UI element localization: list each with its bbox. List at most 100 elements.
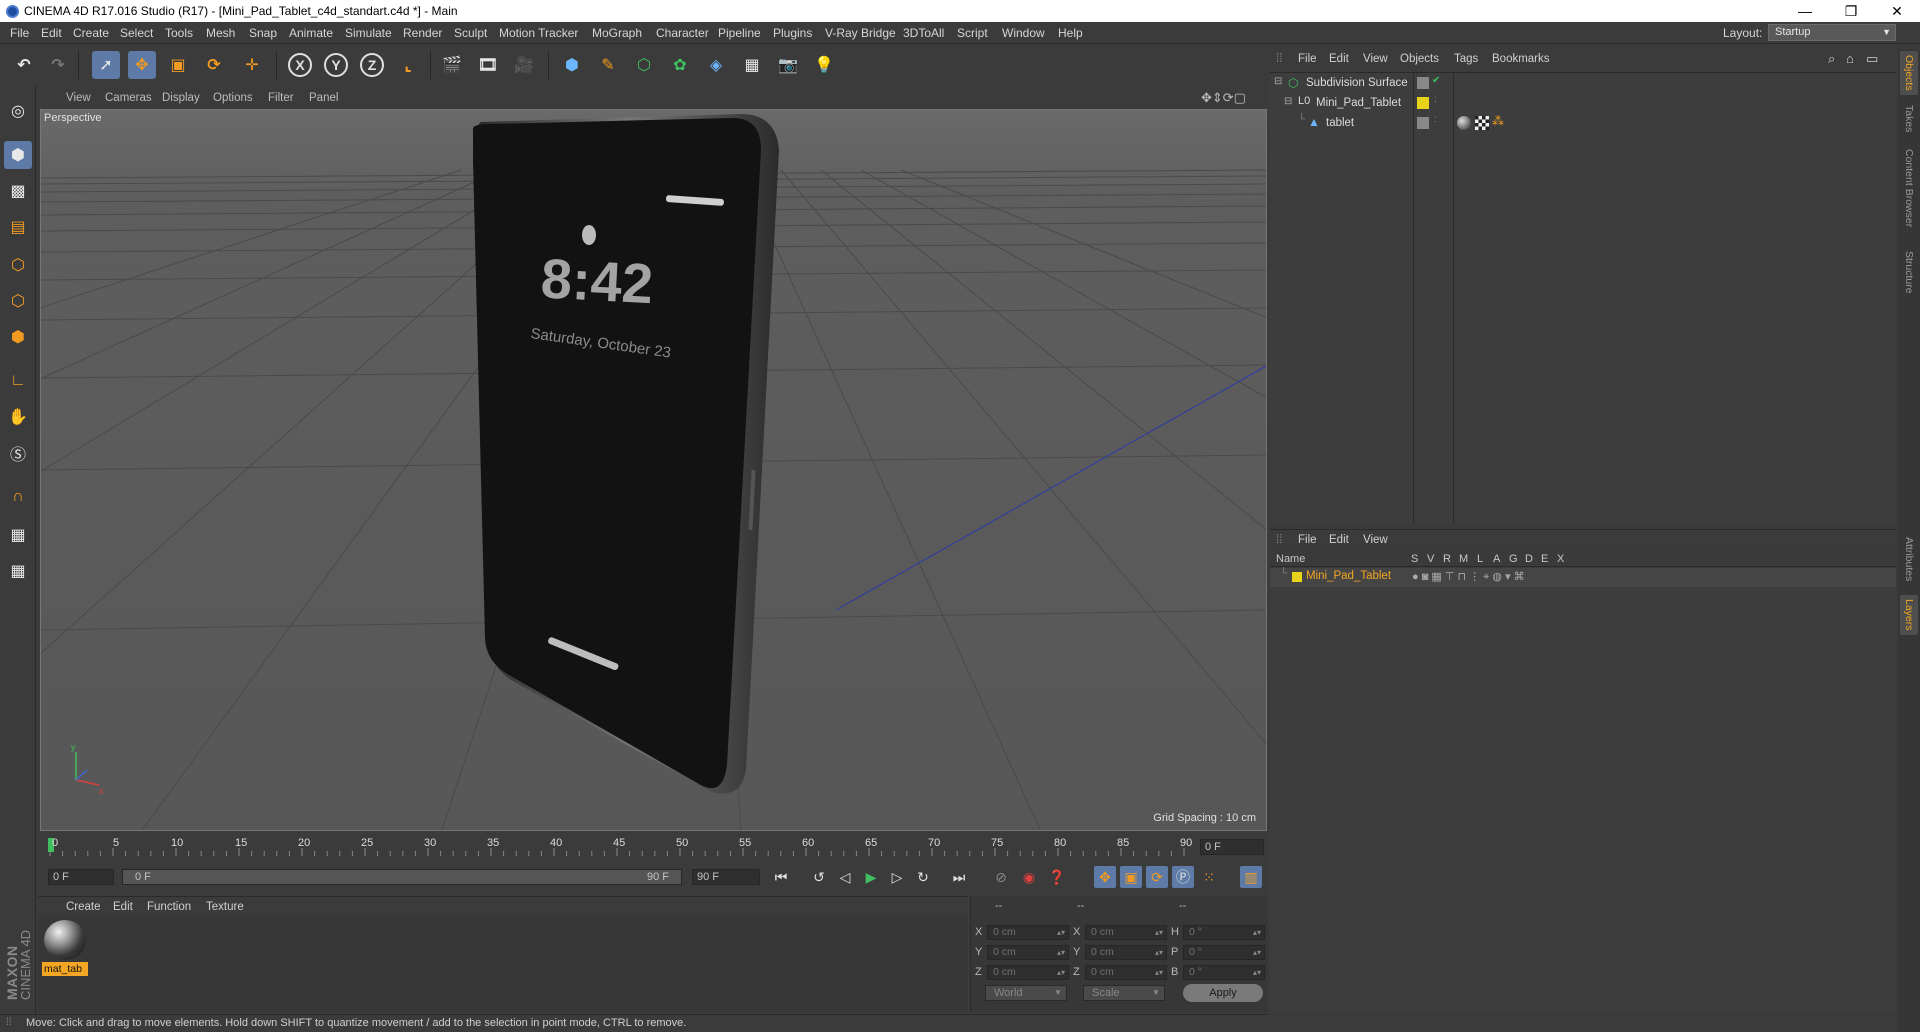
new-view-icon[interactable]: ▭ [1866,51,1878,67]
material-menu-function[interactable]: Function [147,901,191,913]
menu-vray-bridge[interactable]: V-Ray Bridge [825,26,896,40]
solo-mode-icon[interactable]: Ⓢ [4,439,32,467]
objects-menu-objects[interactable]: Objects [1400,53,1439,65]
next-frame-icon[interactable]: ▷ [886,866,908,888]
render-picture-viewer-icon[interactable]: 🎞 [474,51,502,79]
size-z-field[interactable]: 0 cm ▴▾ [1085,965,1167,980]
material-menu-texture[interactable]: Texture [206,901,244,913]
key-position-icon[interactable]: ✥ [1094,866,1116,888]
undo-icon[interactable]: ↶ [10,51,38,79]
mograph-cloner-icon[interactable]: ✿ [666,51,694,79]
rotate-tool-icon[interactable]: ⟳ [200,51,228,79]
material-name-label[interactable]: mat_tab [42,962,88,976]
record-keys-icon[interactable]: ⊘ [990,866,1012,888]
layout-dropdown[interactable]: Startup ▼ [1768,24,1896,41]
viewport-menu-filter[interactable]: Filter [268,92,294,104]
go-to-end-icon[interactable]: ⏭ [948,866,970,888]
layer-toggle-icon[interactable] [1417,77,1429,89]
layer-color-swatch[interactable] [1292,572,1302,582]
next-key-icon[interactable]: ↻ [912,866,934,888]
column-deformers[interactable]: D [1525,553,1533,565]
tab-layers[interactable]: Layers [1900,595,1918,635]
menu-mesh[interactable]: Mesh [206,26,235,40]
preview-range-slider[interactable]: 0 F 90 F [122,869,682,885]
viewport-menu-cameras[interactable]: Cameras [105,92,152,104]
material-tag-icon[interactable] [1457,116,1471,130]
tab-attributes[interactable]: Attributes [1900,533,1918,589]
size-x-field[interactable]: 0 cm ▴▾ [1085,925,1167,940]
make-editable-icon[interactable]: ◎ [4,97,32,125]
layer-flags-icon[interactable]: ● ◙ ▦ ⊤ ⊓ ⋮ ⌖ ◍ ▾ ⌘ [1412,570,1525,584]
material-menu-create[interactable]: Create [66,901,101,913]
menu-select[interactable]: Select [120,26,153,40]
key-rotation-icon[interactable]: ⟳ [1146,866,1168,888]
objects-menu-edit[interactable]: Edit [1329,53,1349,65]
coordinate-system-icon[interactable]: ⌞ [394,51,422,79]
menu-create[interactable]: Create [73,26,109,40]
preview-start-field[interactable]: 0 F [48,869,114,885]
visibility-dots-icon[interactable]: : [1434,94,1437,105]
autokeying-icon[interactable]: ❓ [1046,866,1068,888]
lock-workplane-icon[interactable]: ▦ [4,521,32,549]
points-mode-icon[interactable]: ⬡ [4,251,32,279]
close-button[interactable]: ✕ [1874,0,1920,22]
position-y-field[interactable]: 0 cm ▴▾ [987,945,1069,960]
object-row-tablet[interactable]: └ ▲ tablet : ⁂ [1270,114,1896,133]
deformer-bend-icon[interactable]: ◈ [702,51,730,79]
x-axis-lock-icon[interactable]: X [286,51,314,79]
snap-magnet-icon[interactable]: ∩ [4,483,32,511]
home-icon[interactable]: ⌂ [1846,51,1854,66]
recent-tools-icon[interactable]: ✛ [238,51,266,79]
menu-3dtoall[interactable]: 3DToAll [903,26,944,40]
menu-script[interactable]: Script [957,26,988,40]
layer-name[interactable]: Mini_Pad_Tablet [1306,570,1391,582]
menu-sculpt[interactable]: Sculpt [454,26,487,40]
objects-menu-view[interactable]: View [1363,53,1388,65]
tab-takes[interactable]: Takes [1900,101,1918,139]
position-z-field[interactable]: 0 cm ▴▾ [987,965,1069,980]
camera-icon[interactable]: 📷 [774,51,802,79]
tweak-mode-icon[interactable]: ✋ [4,403,32,431]
menu-tools[interactable]: Tools [165,26,193,40]
tab-content-browser[interactable]: Content Browser [1900,145,1918,241]
menu-animate[interactable]: Animate [289,26,333,40]
play-icon[interactable]: ▶ [860,866,882,888]
live-selection-icon[interactable]: ➚ [92,51,120,79]
column-view[interactable]: V [1427,553,1434,565]
column-render[interactable]: R [1443,553,1451,565]
column-manager[interactable]: M [1459,553,1468,565]
floor-scene-icon[interactable]: ▦ [738,51,766,79]
objects-menu-file[interactable]: File [1298,53,1317,65]
viewport-navigate-icon[interactable]: ✥⇕⟳▢ [1201,90,1246,106]
object-row-subdivision-surface[interactable]: ⊟ ⬡ Subdivision Surface ✔ [1270,74,1896,93]
maximize-button[interactable]: ❐ [1828,0,1874,22]
coordinate-mode-dropdown[interactable]: World ▼ [985,985,1067,1001]
preview-end-field[interactable]: 90 F [692,869,760,885]
minimize-button[interactable]: — [1782,0,1828,22]
object-name[interactable]: Subdivision Surface [1306,77,1408,89]
layers-menu-file[interactable]: File [1298,534,1317,546]
timeline-window-icon[interactable]: ▥ [1240,866,1262,888]
menu-mograph[interactable]: MoGraph [592,26,642,40]
viewport-menu-display[interactable]: Display [162,92,200,104]
column-expressions[interactable]: E [1541,553,1548,565]
layer-color-icon[interactable] [1417,97,1429,109]
menu-snap[interactable]: Snap [249,26,277,40]
column-generators[interactable]: G [1509,553,1518,565]
current-frame-field[interactable]: 0 F [1200,839,1264,855]
column-animation[interactable]: A [1493,553,1500,565]
go-to-start-icon[interactable]: ⏮ [770,866,792,888]
menu-edit[interactable]: Edit [41,26,62,40]
menu-simulate[interactable]: Simulate [345,26,392,40]
perspective-viewport[interactable]: 8:42 Saturday, October 23 y x Perspectiv… [40,109,1267,831]
layer-row[interactable]: └ Mini_Pad_Tablet ● ◙ ▦ ⊤ ⊓ ⋮ ⌖ ◍ ▾ ⌘ [1270,568,1896,587]
material-menu-edit[interactable]: Edit [113,901,133,913]
apply-button[interactable]: Apply [1183,984,1263,1002]
render-settings-icon[interactable]: 🎥 [510,51,538,79]
menu-plugins[interactable]: Plugins [773,26,812,40]
texture-mode-icon[interactable]: ▩ [4,177,32,205]
workplane-mode-icon[interactable]: ▤ [4,213,32,241]
planar-workplane-icon[interactable]: ▦ [4,557,32,585]
size-mode-dropdown[interactable]: Scale ▼ [1083,985,1165,1001]
menu-help[interactable]: Help [1058,26,1083,40]
